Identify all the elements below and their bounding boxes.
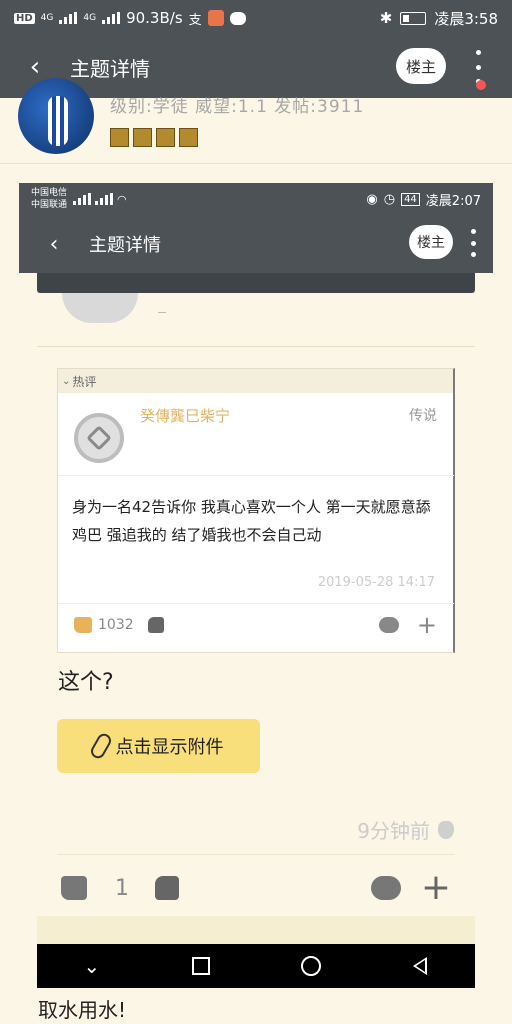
signal-icon <box>73 193 92 205</box>
plus-icon: + <box>416 611 437 639</box>
signal-icon <box>59 12 78 24</box>
eye-icon: ◉ <box>366 191 378 207</box>
divider <box>57 854 455 855</box>
app-notification-icon <box>207 10 224 26</box>
plus-icon[interactable]: + <box>421 868 451 908</box>
embedded-status-bar: 中国电信 中国联通 ◠ ◉ ◷ 44 凌晨2:07 <box>19 183 493 215</box>
hot-comment-header[interactable]: ⌄ 热评 <box>58 369 453 393</box>
thumb-up-icon <box>74 617 92 633</box>
battery-level: 44 <box>401 192 420 206</box>
chevron-down-icon: ⌄ <box>83 954 101 978</box>
battery-icon <box>400 11 427 25</box>
network-speed: 90.3B/s <box>126 9 183 27</box>
thumb-up-icon[interactable] <box>61 876 87 900</box>
badge-icon <box>179 128 198 147</box>
signal-icon <box>95 193 114 205</box>
comment-text: 身为一名42告诉你 我真心喜欢一个人 第一天就愿意舔鸡巴 强追我的 结了婚我也不… <box>72 498 431 544</box>
badge-icon <box>133 128 152 147</box>
hot-comment-card: ⌄ 热评 癸傳龔巳柴宁 传说 身为一名42告诉你 我真心喜欢一个人 第一天就愿意… <box>57 368 455 653</box>
comment-icon <box>378 617 399 633</box>
badge-icon <box>156 128 175 147</box>
like-count: 1032 <box>98 617 134 633</box>
wifi-icon: ◠ <box>117 192 127 206</box>
comment-like: 1032 <box>74 617 164 633</box>
status-bar: HD 4G 4G 90.3B/s 支 ✱ 凌晨3:58 <box>0 0 512 36</box>
nav-home-button[interactable] <box>289 944 333 988</box>
post-time: 9分钟前 <box>357 815 454 844</box>
like-count: 1 <box>115 876 129 901</box>
embedded-title-bar: ‹ 主题详情 楼主 <box>19 215 493 273</box>
nav-recents-button[interactable] <box>179 944 223 988</box>
back-button: ‹ <box>19 215 89 273</box>
nav-back-button[interactable] <box>398 944 442 988</box>
ghost-title-bar <box>37 273 475 293</box>
thumb-down-icon[interactable] <box>155 876 179 900</box>
page-title: 主题详情 <box>89 235 161 256</box>
badge-list <box>110 128 198 147</box>
post-actions: 1 + <box>57 868 455 908</box>
avatar <box>74 413 124 463</box>
owner-only-button: 楼主 <box>409 225 453 259</box>
notification-dot <box>476 80 486 90</box>
post-body-text: 取水用水! <box>38 998 127 1022</box>
commenter-level: 传说 <box>409 408 437 424</box>
page-title: 主题详情 <box>70 56 150 81</box>
avatar[interactable] <box>18 78 94 154</box>
show-attachment-button[interactable]: 点击显示附件 <box>57 719 260 773</box>
divider <box>0 163 512 164</box>
triangle-back-icon <box>413 957 428 975</box>
comment-icon[interactable] <box>371 876 401 900</box>
more-menu-button <box>469 229 477 257</box>
author-stats: 级别:学徒 威望:1.1 发帖:3911 <box>110 97 365 117</box>
nav-collapse-button[interactable]: ⌄ <box>70 944 114 988</box>
alipay-icon: 支 <box>188 12 202 28</box>
ghost-dash <box>158 312 166 313</box>
comment-time: 2019-05-28 14:17 <box>317 575 435 590</box>
message-icon <box>229 11 246 25</box>
signal-icon <box>102 12 121 24</box>
paperclip-icon <box>87 731 114 761</box>
status-time: 凌晨3:58 <box>434 9 498 28</box>
author-row: 级别:学徒 威望:1.1 发帖:3911 <box>0 78 512 164</box>
square-icon <box>192 957 211 975</box>
hd-icon: HD <box>14 12 35 24</box>
embedded-screenshot: 中国电信 中国联通 ◠ ◉ ◷ 44 凌晨2:07 ‹ 主题详情 楼主 <box>19 183 493 273</box>
circle-icon <box>300 956 321 976</box>
status-time: 凌晨2:07 <box>425 193 481 209</box>
more-menu-button[interactable] <box>470 50 486 84</box>
navigation-bar: ⌄ <box>37 944 475 988</box>
reply-text: 这个? <box>58 670 114 695</box>
chevron-down-icon: ⌄ <box>62 375 71 387</box>
ghost-row <box>37 916 475 944</box>
apple-icon <box>438 820 454 839</box>
badge-icon <box>110 128 129 147</box>
thumb-down-icon <box>147 617 164 633</box>
chevron-left-icon: ‹ <box>29 52 41 82</box>
bluetooth-icon: ✱ <box>379 9 393 27</box>
owner-only-button[interactable]: 楼主 <box>396 48 446 84</box>
ghost-avatar <box>62 293 138 323</box>
chevron-left-icon: ‹ <box>49 231 59 257</box>
alarm-icon: ◷ <box>383 191 396 207</box>
commenter-name: 癸傳龔巳柴宁 <box>140 407 231 425</box>
divider <box>37 346 475 347</box>
